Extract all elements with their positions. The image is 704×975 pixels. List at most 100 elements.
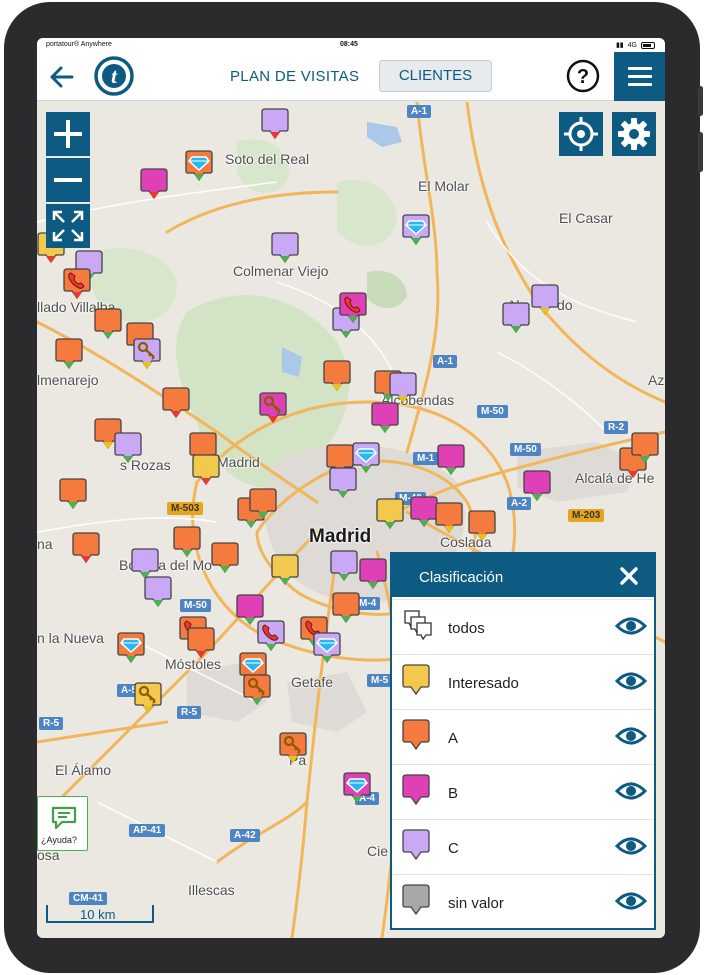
legend-marker-icon (402, 829, 430, 866)
customer-pin[interactable] (410, 496, 438, 528)
customer-pin[interactable] (94, 308, 122, 340)
customer-pin[interactable] (117, 632, 145, 664)
legend-row[interactable]: todos (392, 599, 654, 652)
customer-pin[interactable] (279, 732, 307, 764)
place-label: El Casar (559, 210, 613, 226)
crosshair-icon (564, 117, 598, 151)
customer-pin[interactable] (343, 772, 371, 804)
road-shield: M-50 (510, 443, 541, 456)
eye-icon[interactable] (615, 890, 647, 912)
nav-clientes-button[interactable]: CLIENTES (379, 60, 492, 92)
map-marker-icon (410, 496, 438, 528)
map-marker-icon (279, 732, 307, 764)
eye-icon[interactable] (615, 725, 647, 747)
customer-pin[interactable] (185, 150, 213, 182)
customer-pin[interactable] (271, 232, 299, 264)
fullscreen-button[interactable] (46, 204, 90, 248)
customer-pin[interactable] (330, 550, 358, 582)
customer-pin[interactable] (144, 576, 172, 608)
map-marker-icon (133, 338, 161, 370)
customer-pin[interactable] (631, 432, 659, 464)
customer-pin[interactable] (371, 402, 399, 434)
panel-title: Clasificación (419, 569, 504, 586)
locate-button[interactable] (559, 112, 603, 156)
settings-button[interactable] (612, 112, 656, 156)
customer-pin[interactable] (376, 498, 404, 530)
map-marker-icon (468, 510, 496, 542)
legend-row[interactable]: sin valor (392, 874, 654, 927)
customer-pin[interactable] (173, 526, 201, 558)
zoom-in-button[interactable] (46, 112, 90, 156)
road-shield: M-1 (413, 452, 439, 465)
customer-pin[interactable] (162, 387, 190, 419)
legend-row[interactable]: Interesado (392, 654, 654, 707)
map-marker-icon (330, 550, 358, 582)
customer-pin[interactable] (192, 454, 220, 486)
help-chat-button[interactable]: ¿Ayuda? (37, 796, 88, 851)
customer-pin[interactable] (134, 682, 162, 714)
customer-pin[interactable] (133, 338, 161, 370)
customer-pin[interactable] (72, 532, 100, 564)
map-view[interactable]: Soto del Real El Molar El Casar Colmenar… (37, 102, 665, 938)
customer-pin[interactable] (468, 510, 496, 542)
customer-pin[interactable] (55, 338, 83, 370)
eye-icon[interactable] (615, 835, 647, 857)
customer-pin[interactable] (435, 502, 463, 534)
customer-pin[interactable] (359, 558, 387, 590)
zoom-out-button[interactable] (46, 158, 90, 202)
customer-pin[interactable] (257, 620, 285, 652)
customer-pin[interactable] (332, 592, 360, 624)
place-label: na (37, 536, 53, 552)
legend-row[interactable]: C (392, 819, 654, 872)
map-marker-icon (63, 268, 91, 300)
back-button[interactable] (45, 60, 79, 94)
customer-pin[interactable] (140, 168, 168, 200)
menu-button[interactable] (614, 52, 665, 101)
map-marker-icon (323, 360, 351, 392)
customer-pin[interactable] (63, 268, 91, 300)
legend-row[interactable]: B (392, 764, 654, 817)
eye-icon[interactable] (615, 615, 647, 637)
customer-pin[interactable] (339, 292, 367, 324)
eye-icon[interactable] (615, 780, 647, 802)
legend-label: A (448, 730, 459, 747)
customer-pin[interactable] (187, 627, 215, 659)
customer-pin[interactable] (531, 284, 559, 316)
road-shield: M-203 (568, 509, 605, 522)
customer-pin[interactable] (329, 467, 357, 499)
customer-pin[interactable] (59, 478, 87, 510)
customer-pin[interactable] (402, 214, 430, 246)
map-marker-icon (261, 108, 289, 140)
map-marker-icon (162, 387, 190, 419)
customer-pin[interactable] (261, 108, 289, 140)
customer-pin[interactable] (437, 444, 465, 476)
place-label: Colmenar Viejo (233, 263, 329, 279)
eye-icon[interactable] (615, 670, 647, 692)
map-marker-icon (329, 467, 357, 499)
place-label: lmenarejo (37, 372, 99, 388)
legend-row[interactable]: A (392, 709, 654, 762)
status-indicators: ▮▮ 4G (616, 41, 655, 49)
map-marker-icon (313, 632, 341, 664)
customer-pin[interactable] (249, 488, 277, 520)
map-marker-icon (243, 674, 271, 706)
help-button[interactable]: ? (566, 59, 600, 93)
customer-pin[interactable] (389, 372, 417, 404)
customer-pin[interactable] (323, 360, 351, 392)
customer-pin[interactable] (259, 392, 287, 424)
customer-pin[interactable] (211, 542, 239, 574)
place-label: Az (648, 372, 665, 388)
app-logo[interactable]: t (93, 55, 135, 97)
close-icon[interactable] (618, 565, 640, 587)
customer-pin[interactable] (523, 470, 551, 502)
customer-pin[interactable] (271, 554, 299, 586)
legend-label: Interesado (448, 675, 519, 692)
map-marker-icon (437, 444, 465, 476)
customer-pin[interactable] (243, 674, 271, 706)
signal-icon: ▮▮ (615, 42, 624, 49)
customer-pin[interactable] (114, 432, 142, 464)
nav-plan-visitas[interactable]: PLAN DE VISITAS (230, 68, 359, 85)
map-scale: 10 km (46, 901, 154, 923)
customer-pin[interactable] (313, 632, 341, 664)
customer-pin[interactable] (502, 302, 530, 334)
